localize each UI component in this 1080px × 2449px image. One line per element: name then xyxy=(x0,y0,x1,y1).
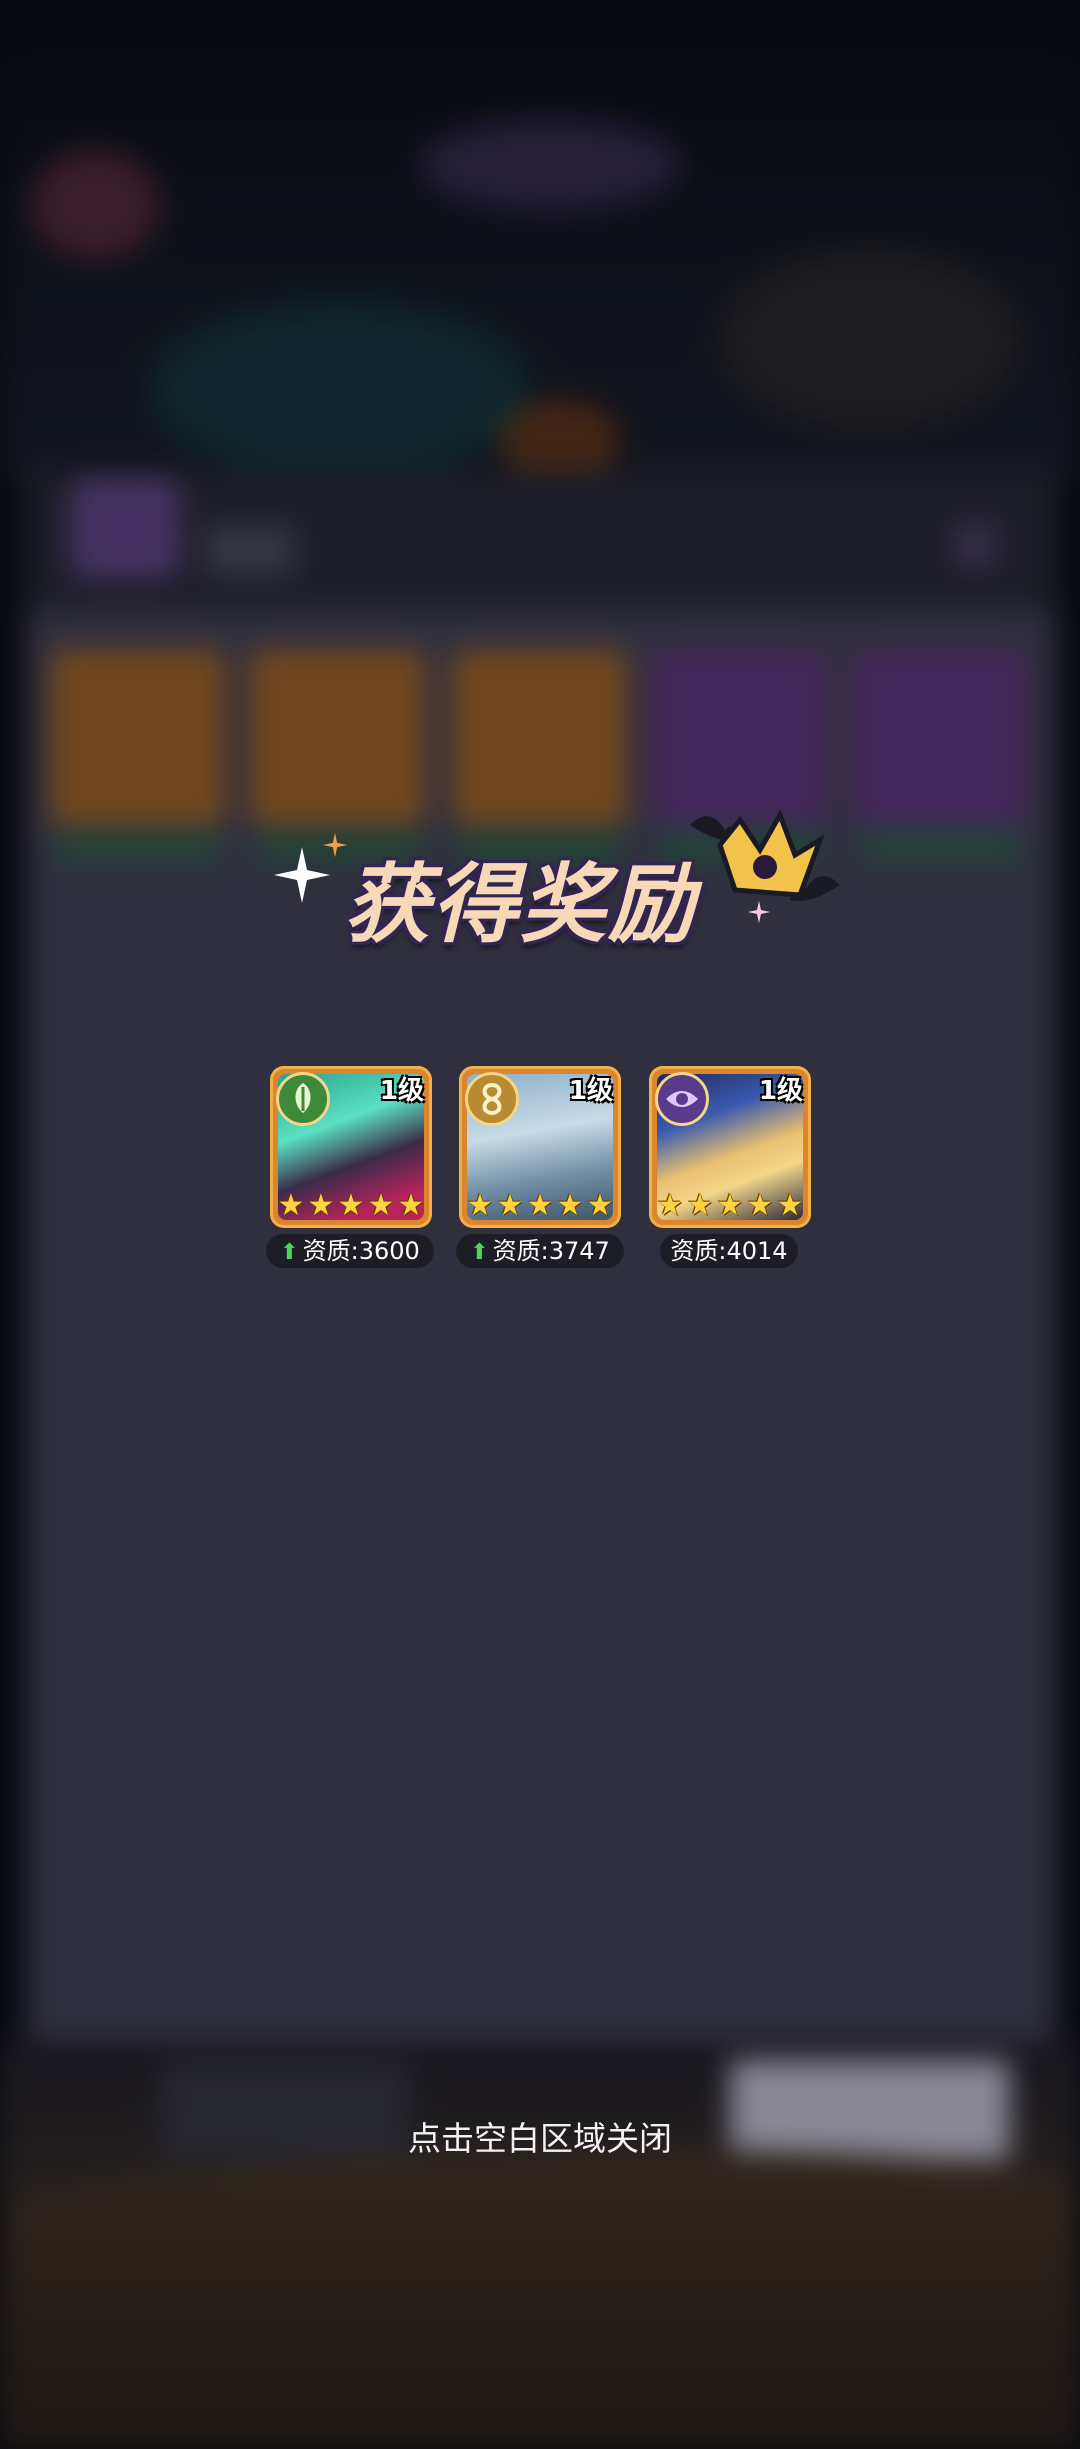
star-icon: ★ xyxy=(586,1188,614,1223)
star-rating: ★ ★ ★ ★ ★ xyxy=(276,1188,426,1223)
arrow-up-icon: ⬆ xyxy=(470,1240,489,1265)
close-hint-text: 点击空白区域关闭 xyxy=(408,2119,672,2158)
star-icon: ★ xyxy=(337,1188,365,1223)
star-rating: ★ ★ ★ ★ ★ xyxy=(655,1188,805,1223)
eye-icon xyxy=(655,1072,709,1126)
aptitude-value: 资质:4014 xyxy=(670,1237,788,1265)
aptitude-badge: ⬆ 资质:3600 xyxy=(266,1234,434,1268)
arrow-up-icon: ⬆ xyxy=(280,1240,299,1265)
hero-card[interactable]: 1级 ★ ★ ★ ★ ★ xyxy=(459,1066,621,1228)
star-icon: ★ xyxy=(307,1188,335,1223)
aptitude-badge: ⬆ 资质:3747 xyxy=(456,1234,624,1268)
aptitude-value: 资质:3747 xyxy=(492,1237,610,1265)
hero-level: 1级 xyxy=(379,1076,424,1106)
star-icon: ★ xyxy=(526,1188,554,1223)
hero-level: 1级 xyxy=(568,1076,613,1106)
star-icon: ★ xyxy=(656,1188,684,1223)
star-icon: ★ xyxy=(716,1188,744,1223)
star-icon: ★ xyxy=(277,1188,305,1223)
star-icon: ★ xyxy=(496,1188,524,1223)
reward-title: 获得奖励 xyxy=(320,850,720,960)
hero-card[interactable]: 1级 ★ ★ ★ ★ ★ xyxy=(649,1066,811,1228)
star-icon: ★ xyxy=(556,1188,584,1223)
hero-card[interactable]: 1级 ★ ★ ★ ★ ★ xyxy=(270,1066,432,1228)
hero-level: 1级 xyxy=(758,1076,803,1106)
bat-crown-icon xyxy=(680,805,850,915)
star-icon: ★ xyxy=(466,1188,494,1223)
star-icon: ★ xyxy=(746,1188,774,1223)
reward-title-text: 获得奖励 xyxy=(344,855,696,955)
aptitude-badge: 资质:4014 xyxy=(660,1234,798,1268)
star-icon: ★ xyxy=(397,1188,425,1223)
infinity-icon xyxy=(465,1072,519,1126)
aptitude-value: 资质:3600 xyxy=(302,1237,420,1265)
star-rating: ★ ★ ★ ★ ★ xyxy=(465,1188,615,1223)
star-icon: ★ xyxy=(367,1188,395,1223)
star-icon: ★ xyxy=(686,1188,714,1223)
nature-leaf-icon xyxy=(276,1072,330,1126)
star-icon: ★ xyxy=(776,1188,804,1223)
